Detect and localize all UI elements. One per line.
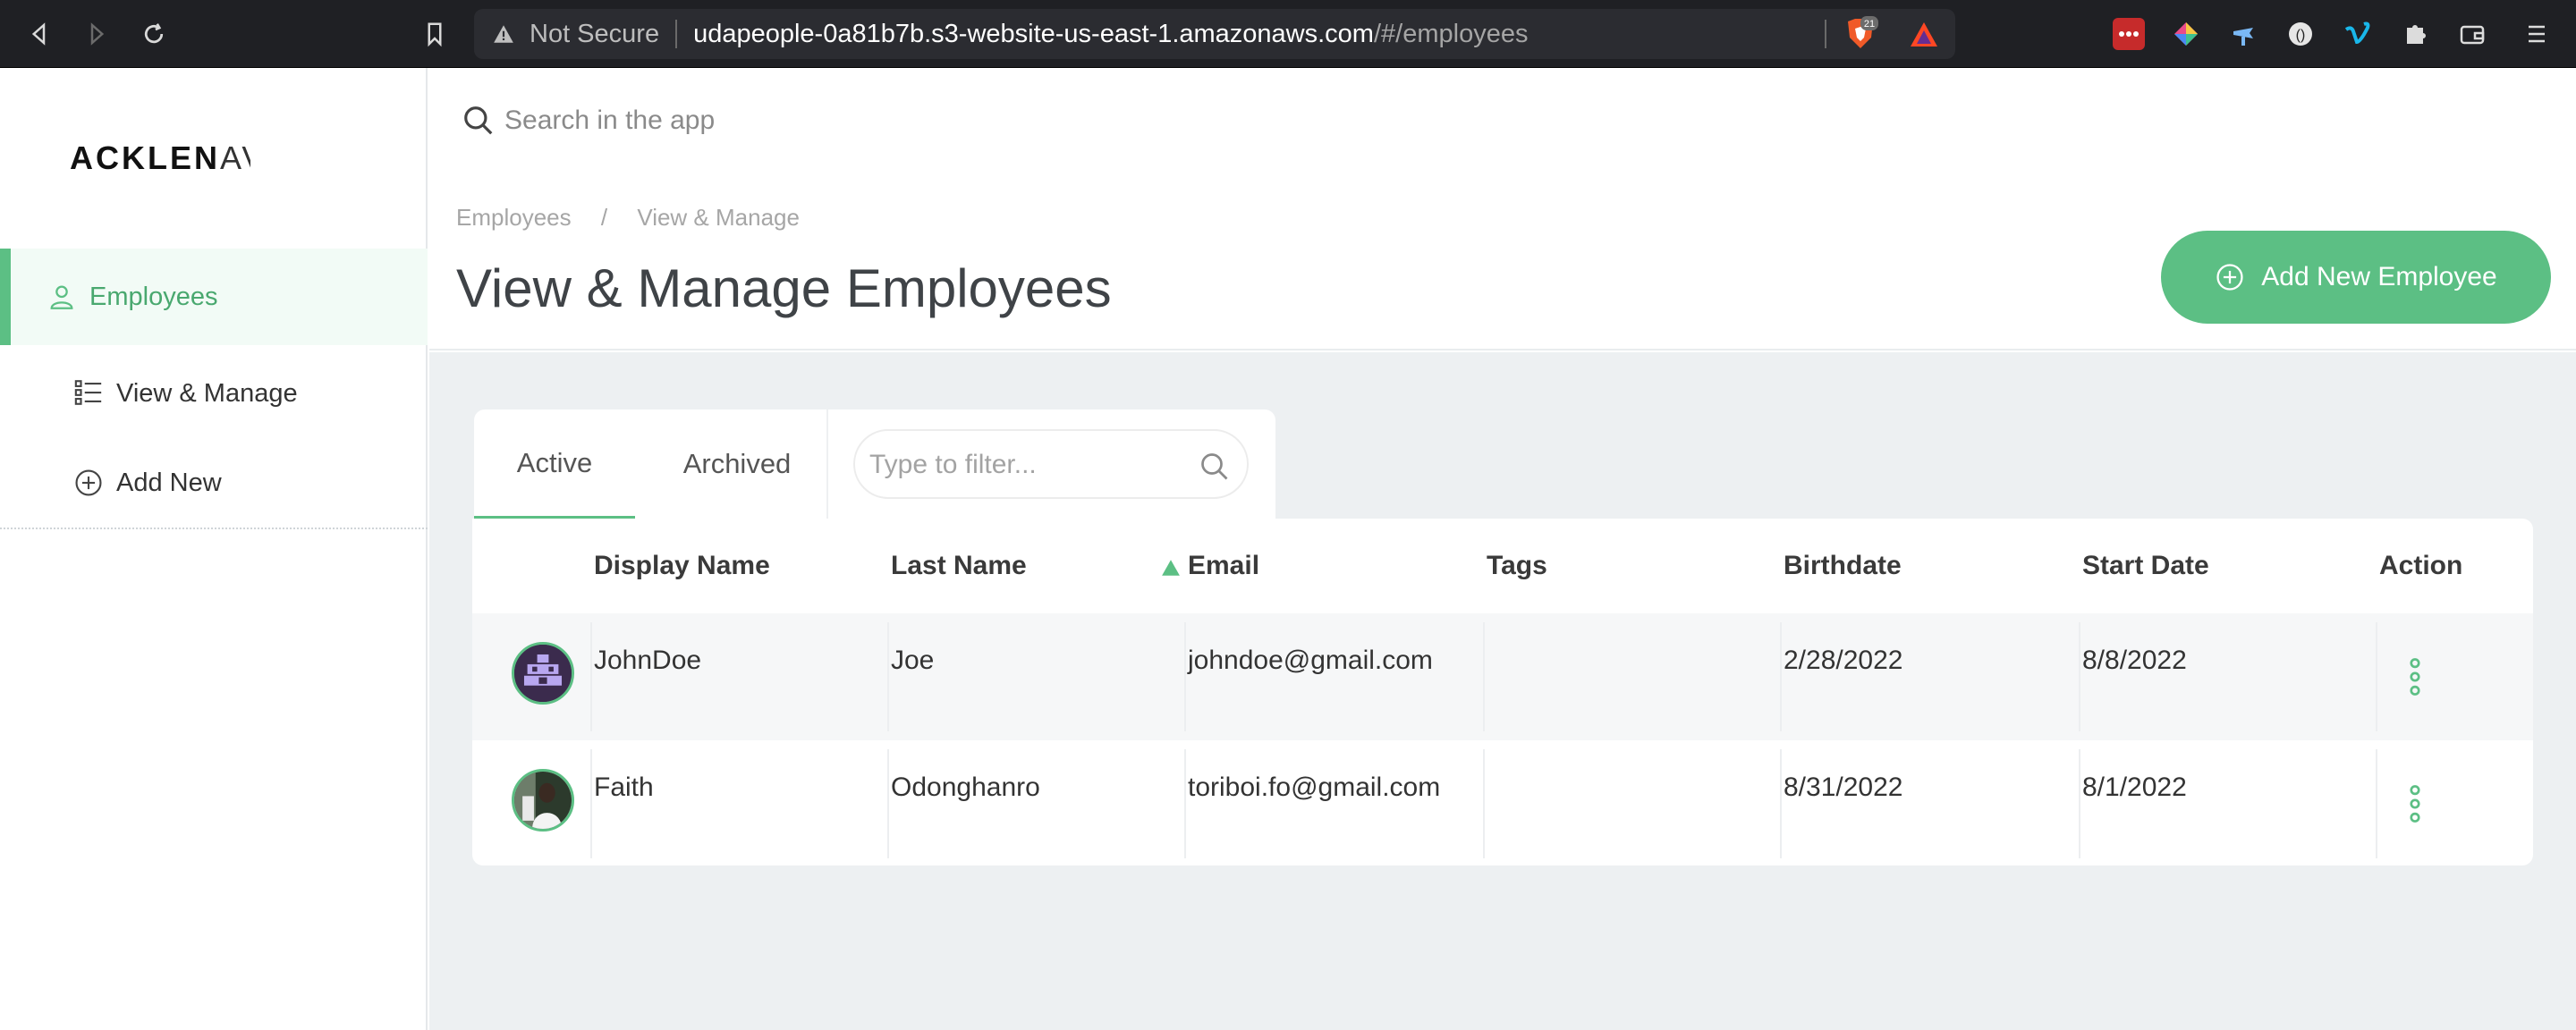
search-icon[interactable] (1199, 451, 1231, 483)
extensions-puzzle-icon[interactable] (2399, 18, 2431, 50)
sidebar-divider (0, 528, 428, 529)
warning-icon (494, 25, 513, 43)
column-display-name[interactable]: Display Name (594, 551, 770, 581)
lastpass-icon[interactable] (2113, 18, 2145, 50)
column-email[interactable]: Email (1188, 551, 1259, 581)
cell-last-name: Joe (891, 646, 935, 675)
sidebar-item-label: Employees (89, 282, 218, 311)
dev-tool-icon[interactable] (2227, 18, 2259, 50)
browser-toolbar: Not Secure udapeople-0a81b7b.s3-website-… (0, 0, 2576, 68)
address-bar[interactable]: Not Secure udapeople-0a81b7b.s3-website-… (474, 9, 1955, 59)
svg-text:21: 21 (1864, 19, 1875, 30)
color-picker-icon[interactable] (2170, 18, 2202, 50)
plus-circle-icon (2216, 264, 2243, 291)
main-content: Active Archived Display Name Last Name E… (429, 352, 2576, 1030)
wallet-icon[interactable] (2456, 18, 2488, 50)
cell-start-date: 8/1/2022 (2082, 772, 2187, 802)
add-button-label: Add New Employee (2261, 262, 2497, 291)
tab-bar: Active Archived (474, 409, 1275, 519)
column-birthdate[interactable]: Birthdate (1784, 551, 1902, 581)
table-header: Display Name Last Name Email Tags Birthd… (472, 519, 2533, 612)
sidebar-item-label: View & Manage (116, 378, 298, 408)
privacy-icon[interactable]: () (2284, 18, 2317, 50)
tab-archived[interactable]: Archived (649, 409, 825, 519)
breadcrumb-view-manage: View & Manage (637, 204, 800, 231)
avatar (512, 642, 574, 705)
plus-circle-icon (75, 469, 102, 496)
cell-display-name: JohnDoe (594, 646, 702, 675)
company-logo[interactable]: ACKLENAV (70, 139, 250, 177)
more-actions-icon[interactable] (2404, 656, 2426, 697)
cell-email: johndoe@gmail.com (1188, 646, 1433, 675)
vimeo-icon[interactable] (2342, 18, 2374, 50)
filter-input[interactable] (869, 443, 1165, 486)
url-text: udapeople-0a81b7b.s3-website-us-east-1.a… (693, 19, 1529, 48)
column-last-name[interactable]: Last Name (891, 551, 1027, 581)
page-header: Employees / View & Manage View & Manage … (429, 191, 2576, 350)
cell-birthdate: 2/28/2022 (1784, 646, 1903, 675)
column-start-date[interactable]: Start Date (2082, 551, 2209, 581)
bookmark-icon[interactable] (417, 16, 453, 52)
more-actions-icon[interactable] (2404, 783, 2426, 824)
column-tags[interactable]: Tags (1487, 551, 1547, 581)
table-row[interactable]: JohnDoe Joe johndoe@gmail.com 2/28/2022 … (472, 613, 2533, 740)
breadcrumb-separator: / (600, 204, 608, 231)
search-icon (464, 106, 493, 135)
forward-icon[interactable] (79, 16, 114, 52)
security-label: Not Secure (530, 20, 678, 48)
cell-email: toriboi.fo@gmail.com (1188, 772, 1441, 802)
sort-ascending-icon[interactable] (1161, 558, 1181, 578)
employees-table: Display Name Last Name Email Tags Birthd… (472, 519, 2533, 865)
sidebar-item-add-new[interactable]: Add New (0, 435, 428, 531)
sidebar-item-label: Add New (116, 468, 222, 497)
table-row[interactable]: Faith Odonghanro toriboi.fo@gmail.com 8/… (472, 740, 2533, 865)
cell-display-name: Faith (594, 772, 654, 802)
cell-birthdate: 8/31/2022 (1784, 772, 1903, 802)
filter-field (853, 429, 1249, 499)
back-icon[interactable] (21, 16, 57, 52)
sidebar-item-view-manage[interactable]: View & Manage (0, 345, 428, 442)
sidebar-item-employees[interactable]: Employees (0, 249, 428, 345)
sidebar: ACKLENAV Employees View & Manage Add New (0, 68, 428, 1030)
search-input[interactable] (504, 100, 1309, 141)
bat-rewards-icon[interactable] (1909, 20, 1939, 50)
page-title: View & Manage Employees (456, 258, 1112, 318)
cell-last-name: Odonghanro (891, 772, 1040, 802)
svg-text:(): () (2296, 28, 2306, 43)
column-action: Action (2379, 551, 2463, 580)
cell-start-date: 8/8/2022 (2082, 646, 2187, 675)
reload-icon[interactable] (136, 16, 172, 52)
brave-shield-icon[interactable]: 21 (1843, 16, 1878, 52)
app-search-bar (429, 68, 2576, 191)
tab-active[interactable]: Active (474, 409, 635, 519)
breadcrumb: Employees / View & Manage (456, 204, 800, 232)
list-icon (74, 380, 102, 405)
breadcrumb-employees[interactable]: Employees (456, 204, 572, 232)
user-icon (50, 285, 73, 309)
menu-icon[interactable] (2521, 18, 2553, 50)
avatar (512, 769, 574, 832)
add-new-employee-button[interactable]: Add New Employee (2161, 231, 2551, 324)
